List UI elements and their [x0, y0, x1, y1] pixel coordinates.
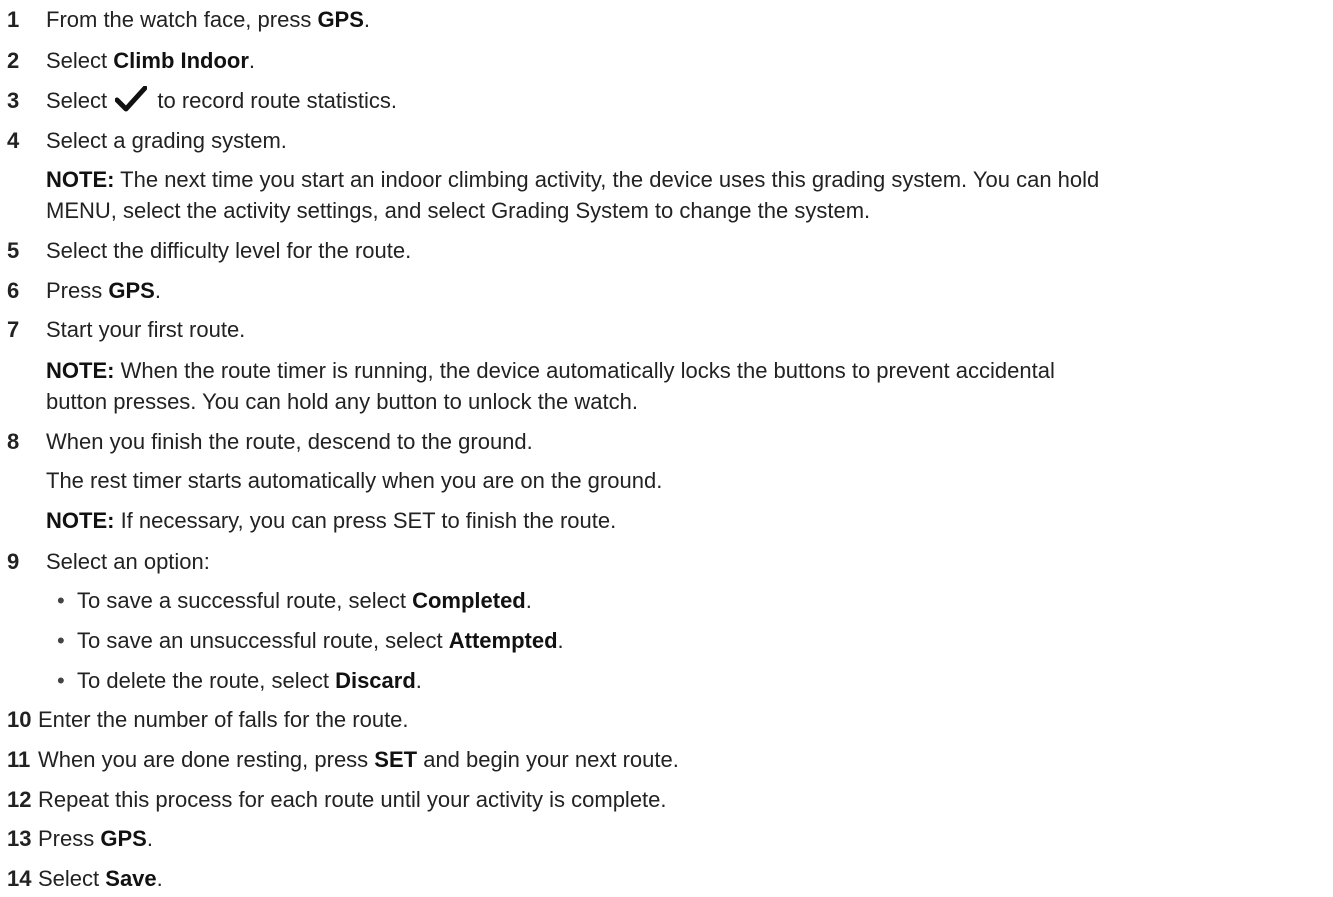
note-text: NOTE: The next time you start an indoor … — [46, 167, 1100, 193]
step-number: 12 — [7, 786, 32, 812]
step-text: Select Climb Indoor. — [46, 47, 256, 73]
step-text: Enter the number of falls for the route. — [38, 707, 409, 733]
step-text: Select an option: — [46, 548, 210, 574]
checkmark-icon — [115, 86, 148, 112]
step-number: 8 — [7, 428, 20, 454]
note-text: NOTE: If necessary, you can press SET to… — [46, 508, 617, 534]
step-number: 5 — [7, 238, 20, 264]
step-text: When you are done resting, press SET and… — [38, 746, 679, 772]
step-text: Press GPS. — [38, 826, 153, 852]
step-text: Repeat this process for each route until… — [38, 786, 667, 812]
bullet-icon: • — [57, 627, 65, 653]
step-number: 1 — [7, 6, 20, 32]
option-text: To delete the route, select Discard. — [77, 667, 422, 693]
bullet-icon: • — [57, 588, 65, 614]
step-number: 6 — [7, 277, 20, 303]
step-number: 11 — [7, 746, 31, 772]
step-result-text: The rest timer starts automatically when… — [46, 468, 663, 494]
step-text: Select the difficulty level for the rout… — [46, 238, 412, 264]
step-number: 10 — [7, 707, 32, 733]
step-text: When you finish the route, descend to th… — [46, 428, 533, 454]
option-text: To save a successful route, select Compl… — [77, 588, 532, 614]
step-number: 7 — [7, 317, 20, 343]
step-number: 3 — [7, 88, 20, 114]
step-text: Select to record route statistics. — [46, 86, 398, 114]
step-number: 4 — [7, 127, 20, 153]
option-text: To save an unsuccessful route, select At… — [77, 627, 564, 653]
step-text: Select Save. — [38, 866, 163, 891]
note-text: button presses. You can hold any button … — [46, 389, 638, 415]
bullet-icon: • — [57, 667, 65, 693]
step-number: 2 — [7, 47, 20, 73]
step-text: From the watch face, press GPS. — [46, 6, 371, 32]
step-number: 14 — [7, 866, 32, 891]
note-text: NOTE: When the route timer is running, t… — [46, 358, 1055, 384]
step-text: Select a grading system. — [46, 127, 287, 153]
note-text: MENU, select the activity settings, and … — [46, 198, 871, 224]
step-number: 9 — [7, 548, 20, 574]
step-text: Press GPS. — [46, 277, 161, 303]
step-text: Start your first route. — [46, 317, 246, 343]
step-number: 13 — [7, 826, 32, 852]
